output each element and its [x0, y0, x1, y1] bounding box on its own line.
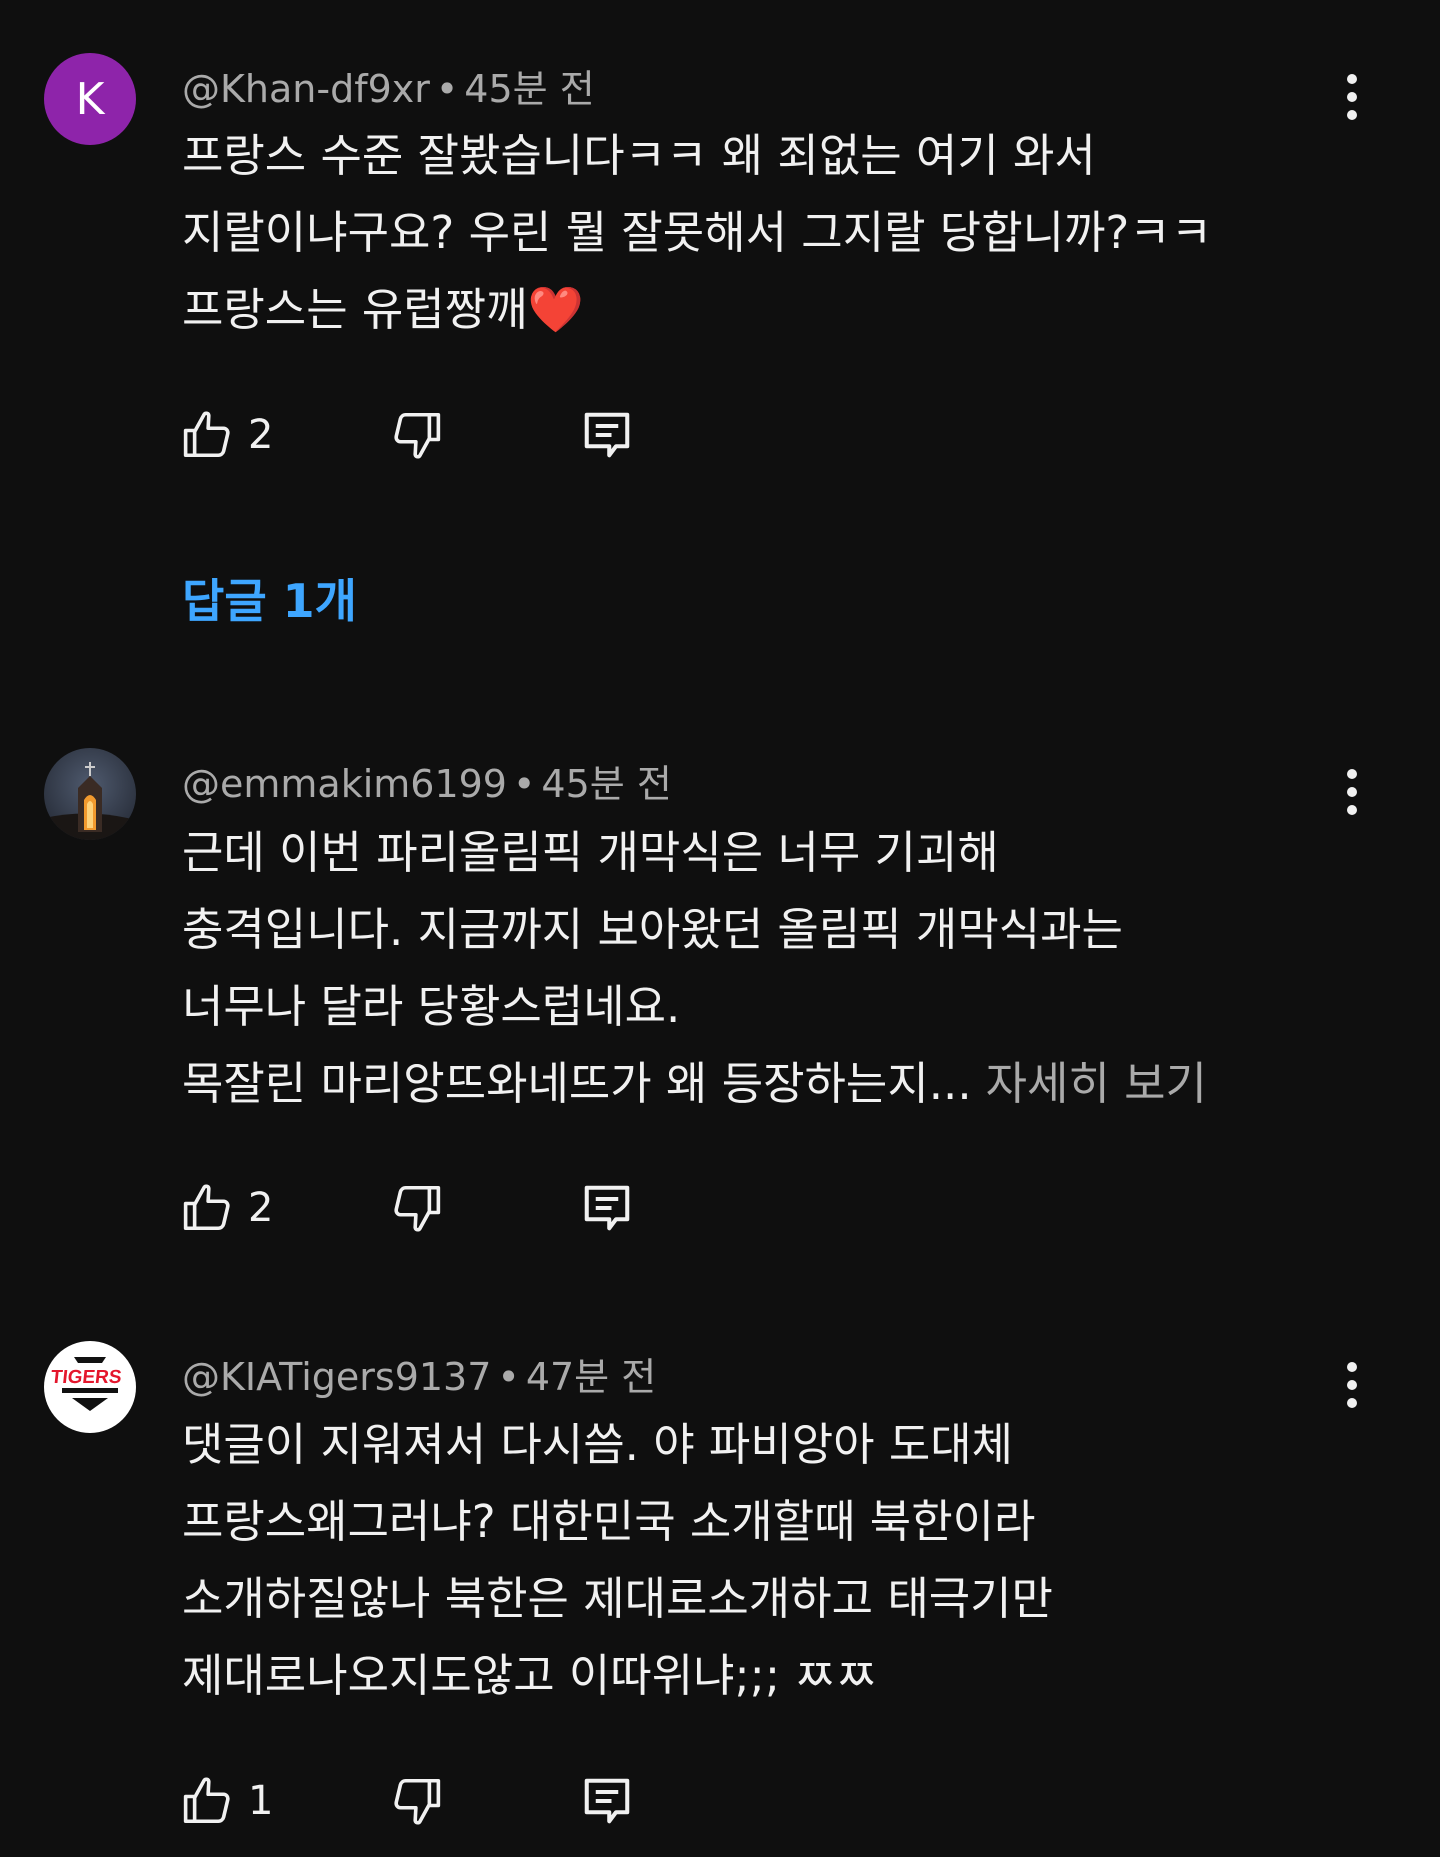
- reply-comment-icon: [584, 1778, 630, 1824]
- thumb-up-icon: [183, 411, 230, 458]
- dislike-button[interactable]: [390, 403, 444, 467]
- like-count: 2: [248, 412, 274, 458]
- comment-line: 제대로나오지도않고 이따위냐;;; ㅉㅉ: [182, 1649, 878, 1702]
- like-count: 2: [248, 1185, 274, 1231]
- like-count: 1: [248, 1778, 274, 1824]
- comment-author[interactable]: @emmakim6199: [182, 762, 507, 806]
- more-vert-icon: [1347, 1362, 1357, 1408]
- like-button[interactable]: 2: [180, 1176, 273, 1240]
- comment-line-text: 목잘린 마리앙뜨와네뜨가 왜 등장하는지...: [182, 1057, 972, 1110]
- avatar-logo-text: TIGERS: [50, 1367, 123, 1388]
- comment-time: 47분 전: [525, 1355, 657, 1399]
- comment-line: 댓글이 지워져서 다시씀. 야 파비앙아 도대체: [182, 1418, 1014, 1471]
- reply-button[interactable]: [580, 403, 634, 467]
- thumb-down-icon: [394, 1185, 441, 1232]
- avatar-image: [44, 748, 136, 840]
- dislike-button[interactable]: [390, 1176, 444, 1240]
- thumb-down-icon: [394, 412, 441, 459]
- avatar[interactable]: TIGERS: [44, 1341, 136, 1433]
- dislike-button[interactable]: [390, 1769, 444, 1833]
- avatar[interactable]: [44, 748, 136, 840]
- reply-comment-icon: [584, 1185, 630, 1231]
- comment-meta: @emmakim6199 • 45분 전: [182, 762, 672, 806]
- avatar[interactable]: K: [44, 53, 136, 145]
- comment-line: 근데 이번 파리올림픽 개막식은 너무 기괴해: [182, 826, 999, 879]
- comment-line: 소개하질않나 북한은 제대로소개하고 태극기만: [182, 1572, 1053, 1625]
- comment-author[interactable]: @Khan-df9xr: [182, 67, 430, 111]
- comment-meta: @Khan-df9xr • 45분 전: [182, 67, 595, 111]
- more-vert-icon: [1347, 74, 1357, 120]
- avatar-letter: K: [75, 73, 105, 125]
- reply-comment-icon: [584, 412, 630, 458]
- comment-line: 지랄이냐구요? 우린 뭘 잘못해서 그지랄 당합니까?ㅋㅋ: [182, 206, 1213, 259]
- comment-line: 프랑스왜그러냐? 대한민국 소개할때 북한이라: [182, 1495, 1036, 1548]
- thumb-up-icon: [183, 1777, 230, 1824]
- view-replies-button[interactable]: 답글 1개: [182, 565, 357, 631]
- avatar-image: TIGERS: [44, 1341, 136, 1433]
- comment-line: 프랑스는 유럽짱깨❤️: [182, 283, 584, 336]
- thumb-down-icon: [394, 1778, 441, 1825]
- comment-time: 45분 전: [464, 67, 595, 111]
- reply-button[interactable]: [580, 1769, 634, 1833]
- comment-meta: @KIATigers9137 • 47분 전: [182, 1355, 657, 1399]
- reply-button[interactable]: [580, 1176, 634, 1240]
- thumb-up-icon: [183, 1184, 230, 1231]
- more-vert-icon: [1347, 769, 1357, 815]
- comment-line: 충격입니다. 지금까지 보아왔던 올림픽 개막식과는: [182, 903, 1123, 956]
- comment-text: 댓글이 지워져서 다시씀. 야 파비앙아 도대체 프랑스왜그러냐? 대한민국 소…: [182, 1406, 1352, 1714]
- like-button[interactable]: 2: [180, 403, 273, 467]
- comment-text: 근데 이번 파리올림픽 개막식은 너무 기괴해 충격입니다. 지금까지 보아왔던…: [182, 814, 1352, 1122]
- read-more-link[interactable]: 자세히 보기: [986, 1057, 1207, 1110]
- comment-line: 목잘린 마리앙뜨와네뜨가 왜 등장하는지... 자세히 보기: [182, 1045, 1352, 1122]
- comment-line: 프랑스 수준 잘봤습니다ㅋㅋ 왜 죄없는 여기 와서: [182, 129, 1096, 182]
- comment-time: 45분 전: [541, 762, 672, 806]
- comment-line: 너무나 달라 당황스럽네요.: [182, 980, 681, 1033]
- comment-author[interactable]: @KIATigers9137: [182, 1355, 491, 1399]
- like-button[interactable]: 1: [180, 1769, 273, 1833]
- comment-text: 프랑스 수준 잘봤습니다ㅋㅋ 왜 죄없는 여기 와서 지랄이냐구요? 우린 뭘 …: [182, 117, 1352, 348]
